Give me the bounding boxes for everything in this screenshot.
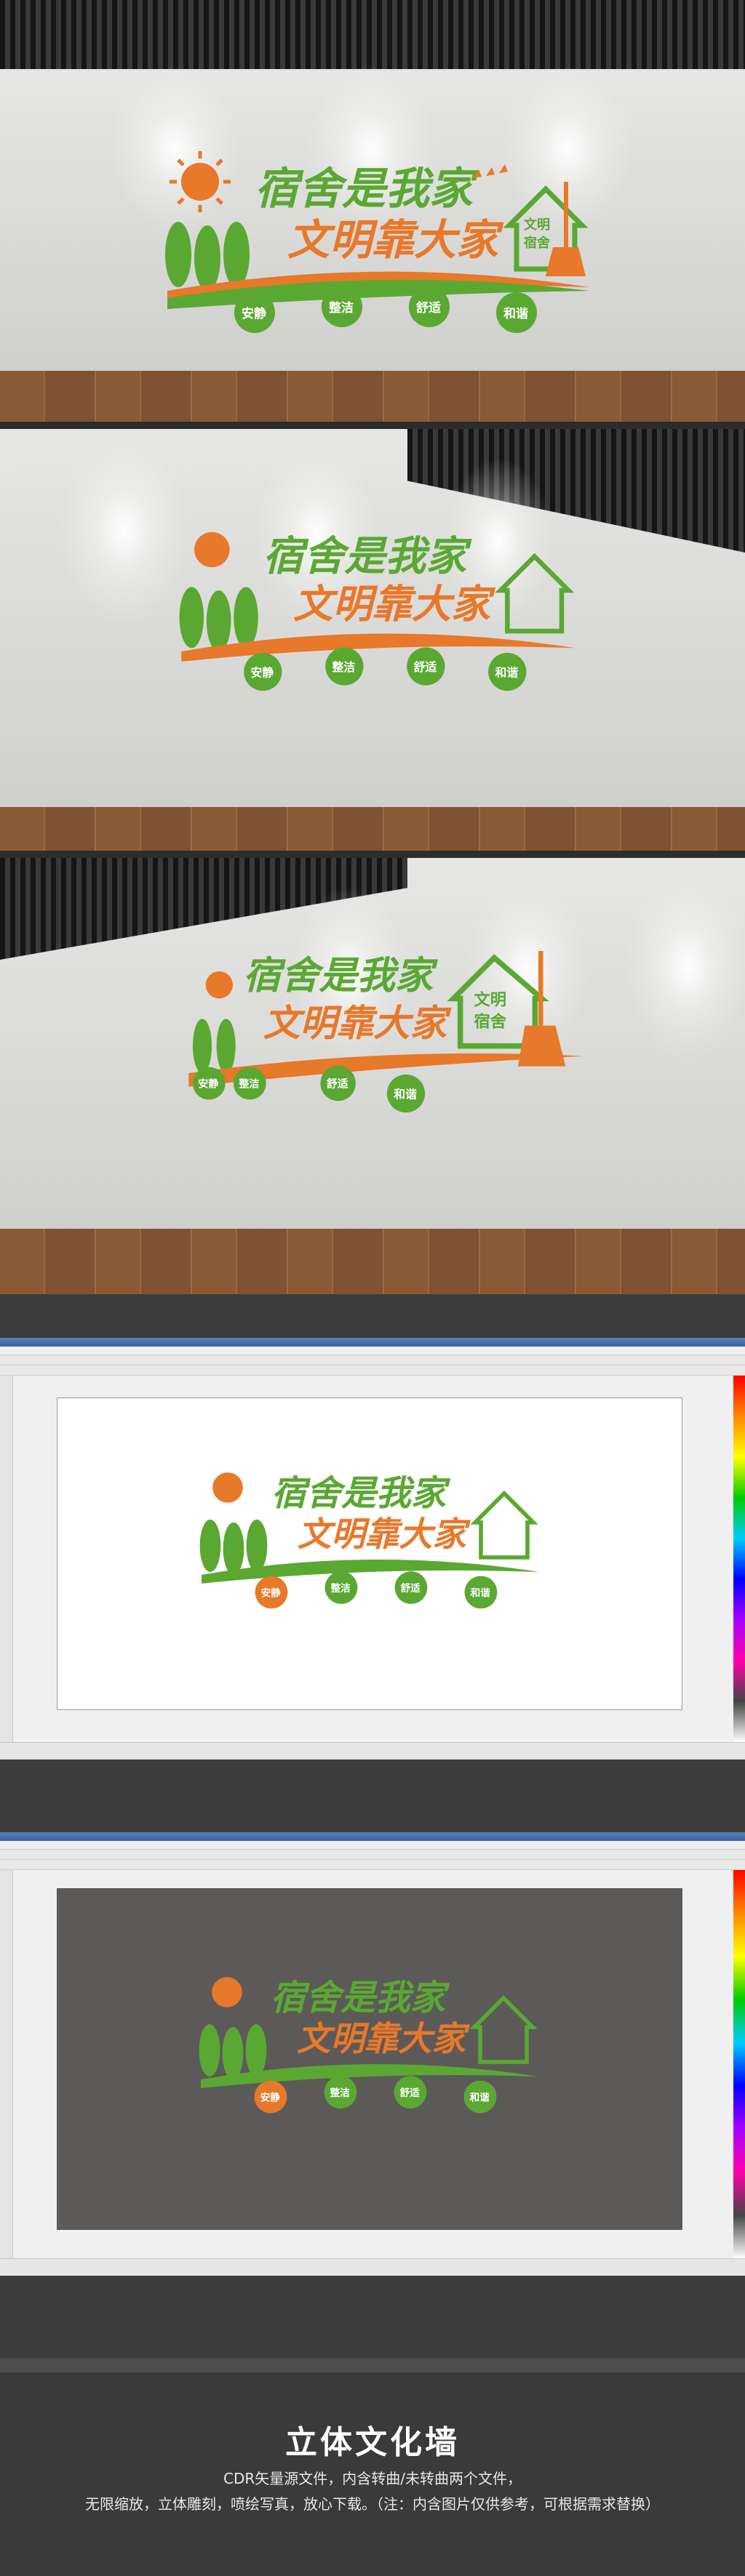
spotlight xyxy=(58,436,189,625)
tree-icon xyxy=(165,222,250,291)
house-icon xyxy=(470,1490,538,1560)
slogan-line-1: 宿舍是我家 xyxy=(243,953,439,998)
badge-row: 安静 整洁 舒适 和谐 xyxy=(244,647,527,691)
separator xyxy=(0,1760,745,1832)
editor-window-dark: 宿舍是我家 文明靠大家 安静 整洁 舒适 和谐 xyxy=(0,1832,745,2276)
badge-hexie: 和谐 xyxy=(503,307,528,321)
slogan-line-2: 文明靠大家 xyxy=(287,215,504,265)
culture-wall-sign: 宿舍是我家 文明靠大家 文明 宿舍 安静 整洁 舒适 和谐 xyxy=(182,923,589,1141)
tree-icon xyxy=(199,2024,267,2079)
house-label-2: 宿舍 xyxy=(524,235,551,251)
menu-bar xyxy=(0,1347,745,1355)
page-canvas: 宿舍是我家 文明靠大家 安静 整洁 舒适 和谐 xyxy=(57,1397,682,1710)
title-bar xyxy=(0,1338,745,1347)
editor-window-light: 宿舍是我家 文明靠大家 安静 整洁 舒适 和谐 xyxy=(0,1338,745,1760)
badge-zhengjie: 整洁 xyxy=(329,300,354,316)
slogan-line-1: 宿舍是我家 xyxy=(263,532,472,580)
slogan-line-1: 宿舍是我家 xyxy=(255,164,479,214)
wood-floor xyxy=(0,807,745,851)
sun-icon xyxy=(212,1472,243,1503)
footer-line-1: CDR矢量源文件，内含转曲/未转曲两个文件， xyxy=(223,2470,522,2487)
menu-bar xyxy=(0,1841,745,1850)
sun-icon xyxy=(170,151,231,212)
bird-icon xyxy=(473,164,508,178)
footer-line-2: 无限缩放，立体雕刻，喷绘写真，放心下载。（注：内含图片仅供参考，可根据需求替换） xyxy=(85,2495,660,2513)
mockup-panel-2: 宿舍是我家 文明靠大家 安静 整洁 舒适 和谐 xyxy=(0,429,745,851)
badge-shushi: 舒适 xyxy=(414,660,437,674)
badge-row: 安静 整洁 舒适 和谐 xyxy=(254,2076,497,2114)
house-icon xyxy=(469,1995,538,2064)
badge-anjing: 安静 xyxy=(251,666,274,680)
slogan-line-1: 宿舍是我家 xyxy=(271,1978,450,2018)
culture-wall-sign: 宿舍是我家 文明靠大家 文明 宿舍 安静 整洁 舒适 和谐 xyxy=(160,145,597,349)
badge-shushi: 舒适 xyxy=(416,300,441,316)
house-label-1: 文明 xyxy=(474,990,506,1010)
color-palette[interactable] xyxy=(733,1376,745,1742)
badge-zhengjie: 整洁 xyxy=(332,660,356,674)
culture-wall-sign: 宿舍是我家 文明靠大家 安静 整洁 舒适 和谐 xyxy=(175,509,582,713)
ceiling-slats xyxy=(0,0,745,69)
slogan-line-2: 文明靠大家 xyxy=(297,2018,471,2058)
toolbox[interactable] xyxy=(0,1870,13,2258)
footer: 立体文化墙 CDR矢量源文件，内含转曲/未转曲两个文件， 无限缩放，立体雕刻，喷… xyxy=(0,2358,745,2576)
sun-icon xyxy=(212,1977,242,2007)
artwork: 宿舍是我家 文明靠大家 安静 整洁 舒适 和谐 xyxy=(199,1977,538,2114)
property-bar xyxy=(0,1365,745,1376)
mockup-panel-1: 宿舍是我家 文明靠大家 文明 宿舍 安静 整洁 舒适 和谐 xyxy=(0,0,745,422)
badge-hexie: 和谐 xyxy=(495,666,519,680)
badge-shushi: 舒适 xyxy=(400,2087,421,2099)
title-bar xyxy=(0,1832,745,1841)
wood-floor xyxy=(0,371,745,422)
badge-row: 安静 整洁 舒适 和谐 xyxy=(255,1571,498,1609)
badge-anjing: 安静 xyxy=(242,306,266,321)
badge-hexie: 和谐 xyxy=(394,1088,417,1102)
badge-shushi: 舒适 xyxy=(327,1078,348,1091)
page-canvas: 宿舍是我家 文明靠大家 安静 整洁 舒适 和谐 xyxy=(57,1888,682,2230)
artwork: 宿舍是我家 文明靠大家 安静 整洁 舒适 和谐 xyxy=(199,1472,539,1609)
status-bar xyxy=(0,1742,745,1760)
footer-bar xyxy=(0,2358,745,2372)
sun-icon xyxy=(205,971,233,999)
toolbox[interactable] xyxy=(0,1376,13,1742)
footer-title: 立体文化墙 xyxy=(285,2424,460,2461)
tree-icon xyxy=(192,1019,236,1073)
badge-anjing: 安静 xyxy=(198,1078,218,1091)
drawing-area[interactable]: 宿舍是我家 文明靠大家 安静 整洁 舒适 和谐 xyxy=(13,1376,733,1742)
property-bar xyxy=(0,1860,745,1870)
slogan-line-1: 宿舍是我家 xyxy=(271,1473,451,1514)
broom-icon xyxy=(518,951,566,1067)
tree-icon xyxy=(179,587,258,651)
badge-anjing: 安静 xyxy=(261,1587,282,1600)
badge-zhengjie: 整洁 xyxy=(331,1582,351,1594)
tree-icon xyxy=(199,1520,268,1575)
house-icon xyxy=(495,553,575,634)
badge-zhengjie: 整洁 xyxy=(330,2087,351,2099)
badge-hexie: 和谐 xyxy=(471,1587,491,1600)
status-bar xyxy=(0,2258,745,2276)
separator xyxy=(0,1294,745,1338)
house-label-2: 宿舍 xyxy=(474,1012,506,1032)
separator xyxy=(0,2276,745,2358)
spotlight xyxy=(626,872,745,1062)
badge-hexie: 和谐 xyxy=(470,2092,490,2104)
drawing-area[interactable]: 宿舍是我家 文明靠大家 安静 整洁 舒适 和谐 xyxy=(13,1870,733,2258)
color-palette[interactable] xyxy=(733,1870,745,2258)
toolbar xyxy=(0,1850,745,1860)
wood-floor xyxy=(0,1229,745,1294)
badge-shushi: 舒适 xyxy=(401,1582,421,1594)
mockup-panel-3: 宿舍是我家 文明靠大家 文明 宿舍 安静 整洁 舒适 和谐 xyxy=(0,858,745,1294)
sun-icon xyxy=(194,531,230,568)
slogan-line-2: 文明靠大家 xyxy=(293,580,496,627)
badge-anjing: 安静 xyxy=(260,2092,281,2104)
badge-zhengjie: 整洁 xyxy=(238,1078,259,1091)
toolbar xyxy=(0,1355,745,1365)
slogan-line-2: 文明靠大家 xyxy=(298,1514,471,1554)
house-label-1: 文明 xyxy=(524,217,550,233)
slogan-line-2: 文明靠大家 xyxy=(263,1002,452,1045)
